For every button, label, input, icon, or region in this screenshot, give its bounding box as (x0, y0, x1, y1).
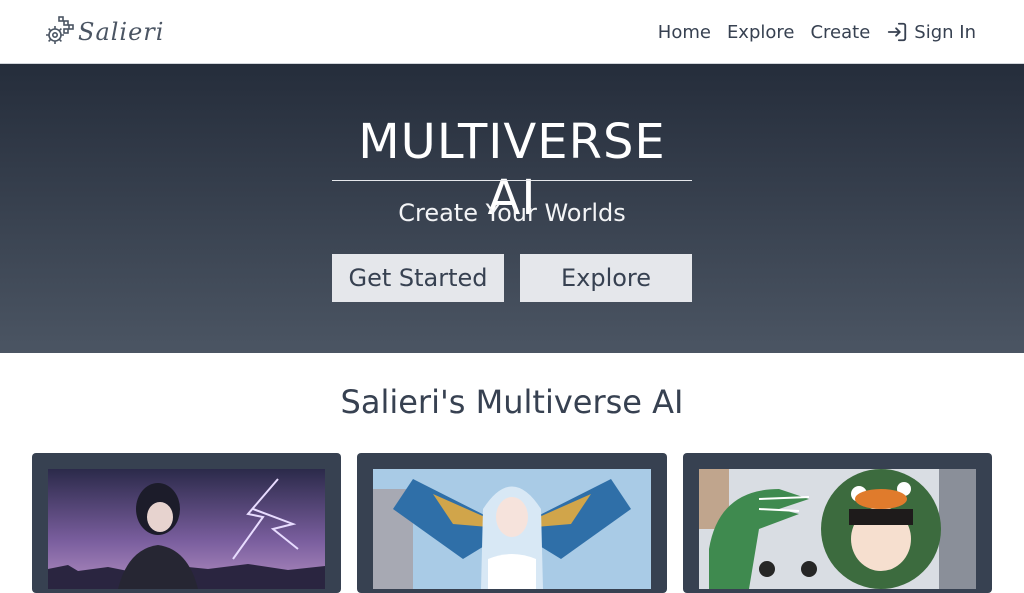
top-navbar: Salieri Home Explore Create Sign In (0, 0, 1024, 64)
gallery-card[interactable] (357, 453, 667, 593)
nav-explore-link[interactable]: Explore (727, 22, 795, 43)
get-started-button[interactable]: Get Started (332, 254, 504, 302)
gallery-card[interactable] (32, 453, 341, 593)
card-image (699, 469, 976, 589)
card-image (48, 469, 325, 589)
hero-banner: MULTIVERSE AI Create Your Worlds Get Sta… (0, 64, 1024, 353)
nav-create-link[interactable]: Create (810, 22, 870, 43)
gallery-card[interactable] (683, 453, 992, 593)
gear-icon (46, 16, 74, 44)
sign-in-link[interactable]: Sign In (886, 21, 976, 43)
sign-in-label: Sign In (914, 21, 976, 43)
sign-in-icon (888, 22, 907, 42)
nav-home-link[interactable]: Home (658, 22, 711, 43)
hero-subtitle: Create Your Worlds (398, 199, 626, 227)
brand-name: Salieri (78, 18, 165, 46)
section-title: Salieri's Multiverse AI (340, 383, 684, 421)
hero-divider (332, 180, 692, 181)
brand-logo[interactable]: Salieri (42, 14, 164, 50)
main-nav: Home Explore Create Sign In (658, 0, 976, 64)
explore-button[interactable]: Explore (520, 254, 692, 302)
card-image (373, 469, 651, 589)
